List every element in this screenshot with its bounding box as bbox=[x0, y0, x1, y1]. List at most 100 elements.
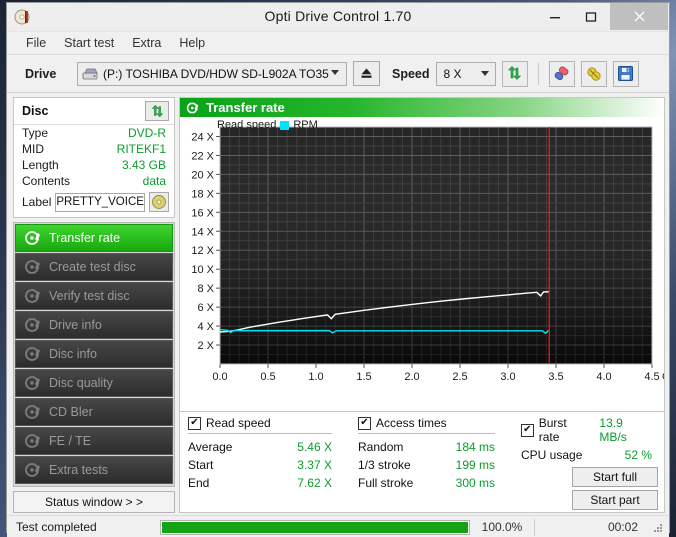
speed-label: Speed bbox=[392, 66, 430, 81]
disc-check-icon bbox=[24, 316, 42, 334]
stat-key: Random bbox=[358, 440, 404, 454]
test-item-disc-quality[interactable]: Disc quality bbox=[15, 369, 173, 397]
test-item-disc-info[interactable]: Disc info bbox=[15, 340, 173, 368]
svg-text:12 X: 12 X bbox=[191, 245, 214, 257]
menu-bar: File Start test Extra Help bbox=[7, 32, 669, 55]
test-item-drive-info[interactable]: Drive info bbox=[15, 311, 173, 339]
legend-swatch-rpm bbox=[280, 120, 290, 130]
right-panel: Transfer rate Read speed RPM 2 X 4 X 6 X 8 … bbox=[179, 93, 676, 515]
disc-row-value: DVD-R bbox=[128, 126, 166, 140]
stat-row-cpu-usage: CPU usage 52 % bbox=[521, 446, 658, 464]
erase-button[interactable] bbox=[548, 60, 575, 87]
burst-rate-label: Burst rate bbox=[538, 416, 567, 444]
stats-burst-column: ✔ Burst rate 13.9 MB/s CPU usage 52 % St… bbox=[521, 416, 658, 510]
test-list: Transfer rate Create test disc Verify te… bbox=[13, 222, 175, 487]
test-item-verify-test-disc[interactable]: Verify test disc bbox=[15, 282, 173, 310]
stat-row-full-stroke: Full stroke 300 ms bbox=[358, 474, 521, 492]
menu-item-start-test[interactable]: Start test bbox=[55, 34, 123, 52]
access-times-checkbox[interactable]: ✔ bbox=[358, 416, 371, 430]
stat-value: 3.37 X bbox=[297, 458, 332, 472]
disc-check-icon bbox=[24, 374, 42, 392]
svg-text:4.5: 4.5 bbox=[644, 371, 659, 383]
test-item-create-test-disc[interactable]: Create test disc bbox=[15, 253, 173, 281]
stat-row-average: Average 5.46 X bbox=[188, 438, 358, 456]
test-item-cd-bler[interactable]: CD Bler bbox=[15, 398, 173, 426]
minimize-button[interactable] bbox=[537, 3, 573, 30]
hard-drive-icon bbox=[82, 67, 99, 81]
disc-label-input[interactable]: PRETTY_VOICE bbox=[55, 192, 145, 212]
svg-text:16 X: 16 X bbox=[191, 207, 214, 219]
stat-key: End bbox=[188, 476, 210, 490]
divider bbox=[358, 433, 495, 434]
legend-label-read-speed: Read speed bbox=[217, 119, 277, 131]
test-item-transfer-rate[interactable]: Transfer rate bbox=[15, 224, 173, 252]
drive-select-value: (P:) TOSHIBA DVD/HDW SD-L902A TO35 bbox=[103, 66, 329, 81]
stat-row-end: End 7.62 X bbox=[188, 474, 358, 492]
disc-check-icon bbox=[24, 287, 42, 305]
drive-label: Drive bbox=[25, 66, 57, 81]
drive-select[interactable]: (P:) TOSHIBA DVD/HDW SD-L902A TO35 bbox=[77, 61, 347, 86]
plug-button[interactable] bbox=[580, 60, 607, 87]
disc-row-key: Contents bbox=[22, 174, 71, 188]
stat-key: 1/3 stroke bbox=[358, 458, 411, 472]
toolbar: Drive (P:) TOSHIBA DVD/HDW SD-L902A TO35… bbox=[7, 55, 669, 93]
disc-check-icon bbox=[24, 432, 42, 450]
test-item-label: Create test disc bbox=[49, 260, 136, 274]
read-speed-label: Read speed bbox=[206, 416, 271, 430]
stat-key: CPU usage bbox=[521, 448, 583, 462]
resize-grip-icon[interactable] bbox=[652, 521, 664, 533]
disc-row-length: Length 3.43 GB bbox=[14, 157, 174, 173]
speed-select[interactable]: 8 X bbox=[435, 61, 496, 86]
test-item-label: Disc quality bbox=[49, 376, 113, 390]
refresh-button[interactable] bbox=[501, 60, 528, 87]
svg-text:2.5: 2.5 bbox=[452, 371, 467, 383]
disc-row-key: Type bbox=[22, 126, 49, 140]
test-item-label: Transfer rate bbox=[49, 231, 121, 245]
stat-row-third-stroke: 1/3 stroke 199 ms bbox=[358, 456, 521, 474]
menu-item-help[interactable]: Help bbox=[170, 34, 214, 52]
test-item-label: FE / TE bbox=[49, 434, 92, 448]
status-window-button[interactable]: Status window > > bbox=[13, 491, 175, 513]
chevron-down-icon bbox=[480, 70, 489, 76]
svg-text:14 X: 14 X bbox=[191, 226, 214, 238]
transfer-rate-header: Transfer rate bbox=[180, 98, 664, 117]
svg-text:6 X: 6 X bbox=[197, 302, 214, 314]
transfer-rate-chart: 2 X 4 X 6 X 8 X 10 X 12 X 14 X 16 X 18 X 20 X 22 X… bbox=[191, 126, 676, 383]
menu-item-extra[interactable]: Extra bbox=[123, 34, 170, 52]
read-speed-header: ✔ Read speed bbox=[188, 416, 358, 432]
svg-text:20 X: 20 X bbox=[191, 169, 214, 181]
test-item-fe-te[interactable]: FE / TE bbox=[15, 427, 173, 455]
disc-check-icon bbox=[24, 229, 42, 247]
eject-button[interactable] bbox=[353, 61, 380, 86]
toolbar-separator bbox=[537, 62, 539, 85]
menu-item-file[interactable]: File bbox=[17, 34, 55, 52]
svg-text:18 X: 18 X bbox=[191, 188, 214, 200]
stat-key: Average bbox=[188, 440, 233, 454]
disc-row-value: 3.43 GB bbox=[121, 158, 166, 172]
disc-refresh-button[interactable] bbox=[145, 101, 169, 121]
disc-check-icon bbox=[24, 403, 42, 421]
read-speed-checkbox[interactable]: ✔ bbox=[188, 416, 201, 430]
progress-percent: 100.0% bbox=[481, 520, 523, 534]
chart-plot-area[interactable]: Read speed RPM 2 X 4 X 6 X 8 X 10 X 12 X 14 X 1… bbox=[180, 117, 676, 411]
disc-check-icon bbox=[24, 258, 42, 276]
start-part-button[interactable]: Start part bbox=[572, 490, 658, 510]
test-item-extra-tests[interactable]: Extra tests bbox=[15, 456, 173, 484]
maximize-button[interactable] bbox=[573, 3, 609, 30]
disc-check-icon bbox=[24, 461, 42, 479]
disc-label-key: Label bbox=[22, 195, 52, 209]
disc-row-value: data bbox=[142, 174, 166, 188]
speed-select-value: 8 X bbox=[443, 66, 462, 81]
disc-media-icon[interactable] bbox=[148, 192, 169, 212]
legend-label-rpm: RPM bbox=[293, 119, 318, 131]
save-button[interactable] bbox=[612, 60, 639, 87]
disc-check-icon bbox=[186, 101, 200, 115]
svg-text:22 X: 22 X bbox=[191, 150, 214, 162]
stat-value: 7.62 X bbox=[297, 476, 332, 490]
svg-text:3.5: 3.5 bbox=[548, 371, 563, 383]
start-full-button[interactable]: Start full bbox=[572, 467, 658, 487]
close-button[interactable] bbox=[610, 3, 668, 30]
burst-rate-value: 13.9 MB/s bbox=[599, 416, 627, 444]
status-bar: Test completed 100.0% 00:02 bbox=[7, 515, 669, 537]
burst-rate-checkbox[interactable]: ✔ bbox=[521, 423, 534, 437]
